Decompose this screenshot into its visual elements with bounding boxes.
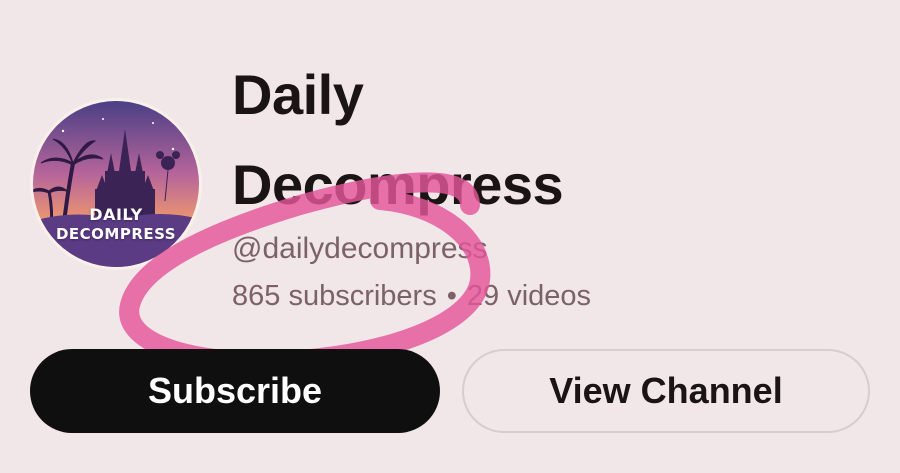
channel-title-line2: Decompress <box>232 153 564 216</box>
view-channel-button[interactable]: View Channel <box>462 349 870 433</box>
channel-avatar[interactable]: DAILY DECOMPRESS <box>30 98 202 270</box>
channel-handle: @dailydecompress <box>232 232 488 265</box>
avatar-logo-line1: DAILY <box>89 205 143 224</box>
subscriber-count: 865 subscribers <box>232 280 437 312</box>
subscribe-button[interactable]: Subscribe <box>30 349 440 433</box>
avatar-logo-line2: DECOMPRESS <box>55 225 177 243</box>
video-count: 29 videos <box>466 280 592 312</box>
channel-title-line1: Daily <box>232 63 364 126</box>
channel-stats: 865 subscribers • 29 videos <box>232 280 591 313</box>
stats-separator: • <box>446 280 457 312</box>
channel-title: Daily Decompress <box>232 50 564 230</box>
